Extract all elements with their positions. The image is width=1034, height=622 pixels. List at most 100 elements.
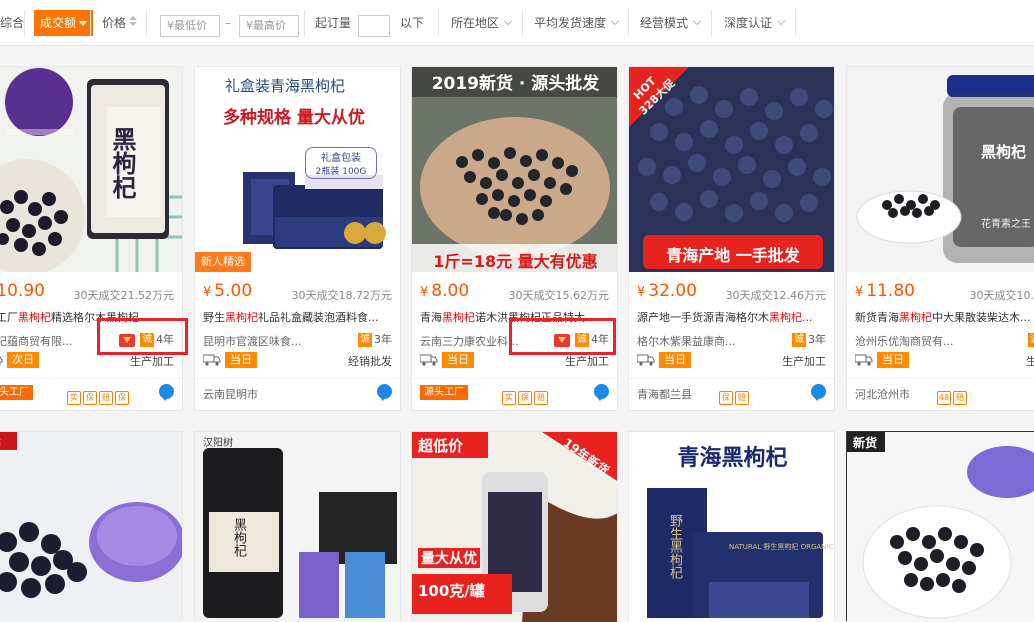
min-order-input[interactable]	[358, 15, 390, 37]
chat-icon[interactable]	[159, 384, 174, 399]
highlight-box	[509, 318, 616, 355]
price: ¥5.00	[203, 281, 252, 301]
divider	[629, 378, 834, 379]
service-icon: 48	[937, 391, 951, 405]
product-card-3[interactable]: 2019新货 · 源头批发 1斤=18元 量大有优惠 ¥8.00 30天成交15…	[411, 66, 618, 411]
cheng-icon: 诚	[1028, 333, 1034, 347]
business-model: 经销批发	[348, 353, 392, 369]
product-image[interactable]: HOT 328大促 青海产地 一手批发	[629, 67, 834, 272]
product-card-1[interactable]: 黑枸杞 ¥10.90 30天成交21.52万元 头工厂黑枸杞精选格尔木黑枸杞 夏…	[0, 66, 183, 411]
product-card-5[interactable]: 黑枸杞 花青素之王 ¥11.80 30天成交10.25万元 新货青海黑枸杞中大果…	[846, 66, 1034, 411]
service-icon: 保	[83, 391, 97, 405]
product-title[interactable]: 新货青海黑枸杞中大果散装柴达木...	[855, 309, 1034, 325]
divider	[522, 10, 523, 36]
shop-name[interactable]: 昆明市官渡区味食...	[203, 333, 311, 349]
divider	[412, 378, 617, 379]
truck-icon	[203, 354, 221, 366]
product-title[interactable]: 源产地一手货源青海格尔木黑枸杞...	[637, 309, 826, 325]
sales-volume: 30天成交10.25万元	[970, 287, 1034, 303]
member-years: 诚3年	[358, 331, 392, 347]
thumb-sub: 花青素之王	[981, 215, 1031, 230]
product-image[interactable]: 黑枸杞 花青素之王	[847, 67, 1034, 272]
cheng-icon: 诚	[358, 333, 372, 347]
below-label: 以下	[400, 10, 424, 36]
product-image[interactable]: 青海黑枸杞 野生黑枸杞 NATURAL 野生黑枸杞 ORGANIC	[629, 432, 834, 622]
service-icons: 实保赔	[502, 385, 550, 400]
shop-name[interactable]: 格尔木紫果益康商...	[637, 333, 745, 349]
sales-volume: 30天成交21.52万元	[74, 287, 175, 303]
sort-deal-amount[interactable]: 成交额	[34, 10, 93, 36]
product-card-4[interactable]: HOT 328大促 青海产地 一手批发 ¥32.00 30天成交12.46万元 …	[628, 66, 835, 411]
service-icon: 赔	[99, 391, 113, 405]
product-card-10[interactable]: 新货	[846, 431, 1034, 621]
service-icon: 保	[115, 391, 129, 405]
product-image[interactable]: 汉阳树 黑枸杞	[195, 432, 400, 622]
corner-logo-text: 人鲜	[0, 434, 1, 449]
chat-icon[interactable]	[594, 384, 609, 399]
sort-comprehensive[interactable]: 综合	[0, 10, 24, 36]
business-model: 生产加工	[130, 353, 174, 369]
service-icon: 赔	[735, 391, 749, 405]
product-image[interactable]: 2019新货 · 源头批发 1斤=18元 量大有优惠	[412, 67, 617, 272]
sales-volume: 30天成交15.62万元	[509, 287, 610, 303]
truck-icon	[420, 354, 438, 366]
divider	[195, 378, 400, 379]
deep-cert-dropdown[interactable]: 深度认证	[724, 10, 784, 36]
divider	[146, 10, 147, 36]
product-card-8[interactable]: 超低价 19年新货 量大从优 100克/罐	[411, 431, 618, 621]
ship-time-badge: 次日	[7, 352, 39, 368]
unit-label: 100克/罐	[418, 580, 485, 601]
max-price-input[interactable]: ¥最高价	[239, 15, 299, 37]
source-factory-tag: 源头工厂	[420, 385, 468, 400]
product-image[interactable]: 人鲜	[0, 432, 182, 622]
service-icons: 保赔	[719, 385, 751, 400]
filter-bar: 综合 成交额 价格 ¥最低价 – ¥最高价 起订量 以下 所在地区 平均发货速度…	[0, 0, 1034, 46]
sales-volume: 30天成交18.72万元	[292, 287, 393, 303]
chat-icon[interactable]	[811, 384, 826, 399]
location: 青海都兰县	[637, 386, 692, 402]
thumb-line2: 多种规格 量大从优	[223, 103, 365, 128]
product-image[interactable]: 礼盒装青海黑枸杞 多种规格 量大从优 礼盒包装 2瓶装 100G 新人精选	[195, 67, 400, 272]
sort-price[interactable]: 价格	[102, 10, 137, 36]
truck-icon	[637, 354, 655, 366]
product-image[interactable]: 超低价 19年新货 量大从优 100克/罐	[412, 432, 617, 622]
business-model: 生产加工	[1026, 353, 1034, 369]
business-mode-dropdown[interactable]: 经营模式	[640, 10, 700, 36]
low-price-label: 超低价	[418, 435, 463, 456]
divider	[628, 10, 629, 36]
range-dash: –	[225, 10, 231, 36]
chat-icon[interactable]	[377, 384, 392, 399]
service-icon: 赔	[953, 391, 967, 405]
price: ¥32.00	[637, 281, 697, 301]
source-factory-tag: 源头工厂	[0, 385, 33, 400]
box-label: 野生黑枸杞	[665, 514, 684, 579]
ship-time-badge: 当日	[442, 352, 474, 368]
truck-icon	[0, 354, 3, 366]
box-org-text: NATURAL 野生黑枸杞 ORGANIC	[729, 542, 833, 552]
product-card-7[interactable]: 汉阳树 黑枸杞	[194, 431, 401, 621]
service-icon: 赔	[534, 391, 548, 405]
divider	[847, 378, 1034, 379]
business-model: 生产加工	[565, 353, 609, 369]
thumb-label: 黑枸杞	[109, 127, 135, 199]
product-card-6[interactable]: 人鲜	[0, 431, 183, 621]
product-title[interactable]: 野生黑枸杞礼品礼盒藏装泡酒料食...	[203, 309, 392, 325]
ship-speed-dropdown[interactable]: 平均发货速度	[534, 10, 618, 36]
product-card-9[interactable]: 青海黑枸杞 野生黑枸杞 NATURAL 野生黑枸杞 ORGANIC	[628, 431, 835, 621]
product-card-2[interactable]: 礼盒装青海黑枸杞 多种规格 量大从优 礼盒包装 2瓶装 100G 新人精选 ¥5…	[194, 66, 401, 411]
service-icon: 实	[502, 391, 516, 405]
new-user-badge: 新人精选	[195, 252, 251, 272]
min-price-input[interactable]: ¥最低价	[160, 15, 220, 37]
shop-name[interactable]: 沧州乐优淘商贸有...	[855, 333, 963, 349]
product-image[interactable]: 黑枸杞	[0, 67, 182, 272]
price: ¥11.80	[855, 281, 915, 301]
shop-name[interactable]: 夏杞蕴商贸有限...	[0, 333, 93, 349]
service-icon: 保	[518, 391, 532, 405]
price: ¥8.00	[420, 281, 469, 301]
member-years: 诚3年	[792, 331, 826, 347]
region-dropdown[interactable]: 所在地区	[451, 10, 511, 36]
chevron-down-icon	[777, 17, 785, 25]
sort-icon	[129, 16, 137, 28]
product-image[interactable]: 新货	[847, 432, 1034, 622]
chevron-down-icon	[693, 17, 701, 25]
